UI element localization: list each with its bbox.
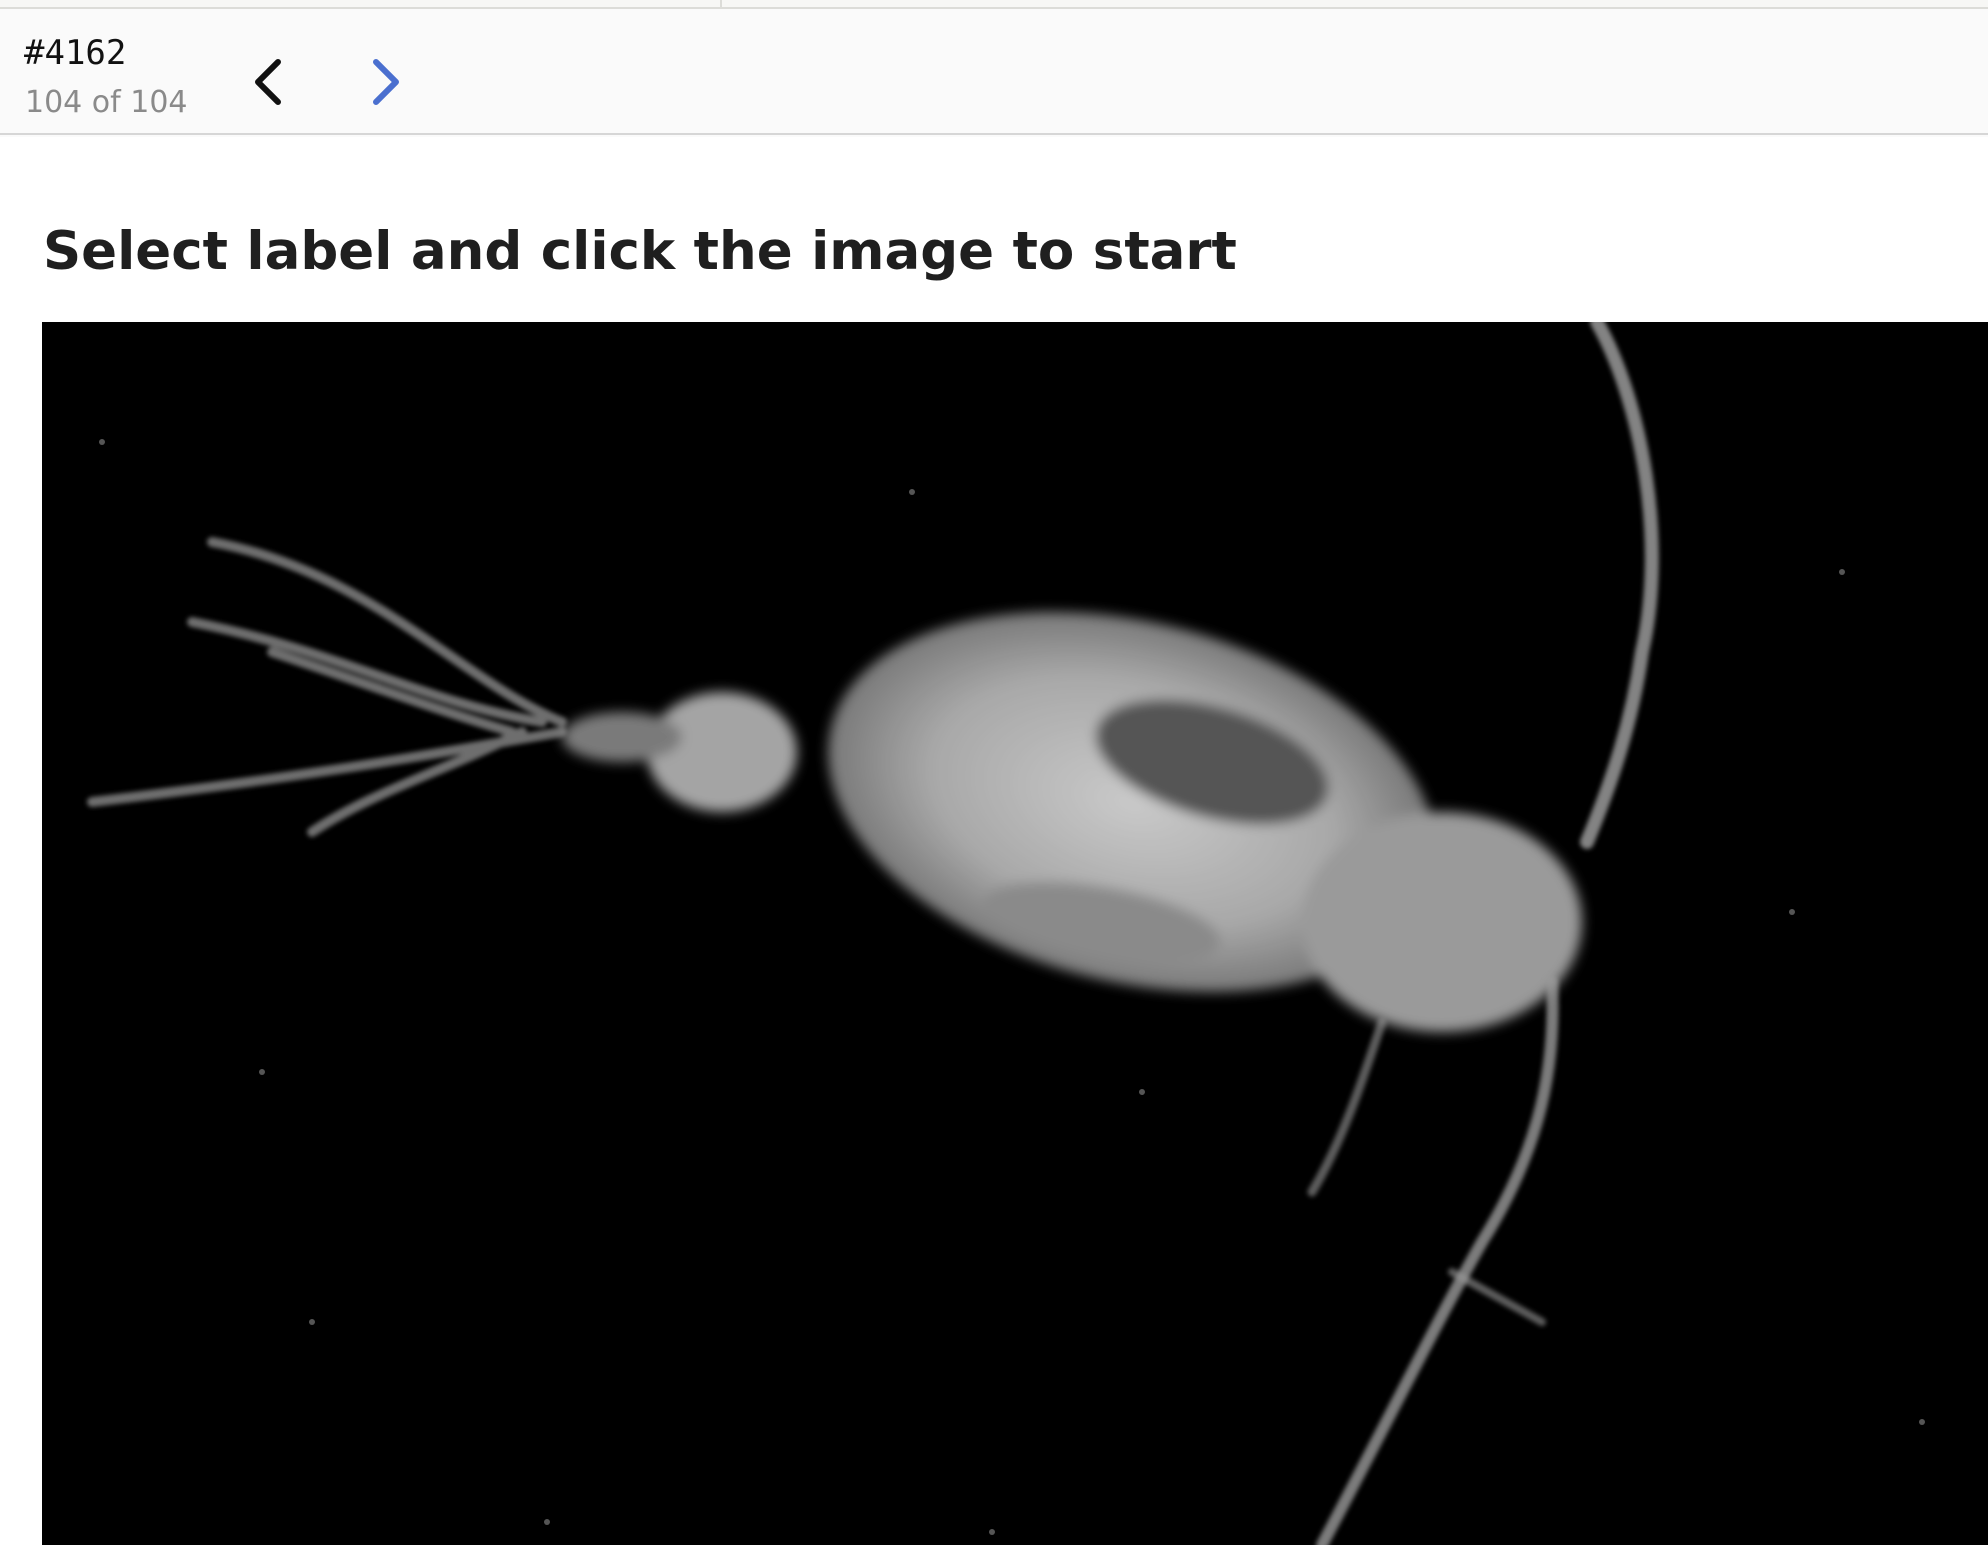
task-counter: 104 of 104 [25, 85, 188, 120]
top-strip [0, 0, 1988, 9]
top-divider [720, 0, 722, 9]
task-navigation-bar: #4162 104 of 104 [0, 9, 1988, 135]
chevron-right-icon [373, 59, 399, 105]
image-canvas[interactable] [42, 322, 1988, 1545]
labeling-workspace: Select label and click the image to star… [0, 137, 1988, 1545]
plankton-image [42, 322, 1988, 1545]
next-task-button[interactable] [356, 47, 416, 117]
instruction-heading: Select label and click the image to star… [43, 221, 1237, 282]
task-id: #4162 [24, 33, 127, 73]
prev-task-button[interactable] [238, 47, 298, 117]
chevron-left-icon [255, 59, 281, 105]
